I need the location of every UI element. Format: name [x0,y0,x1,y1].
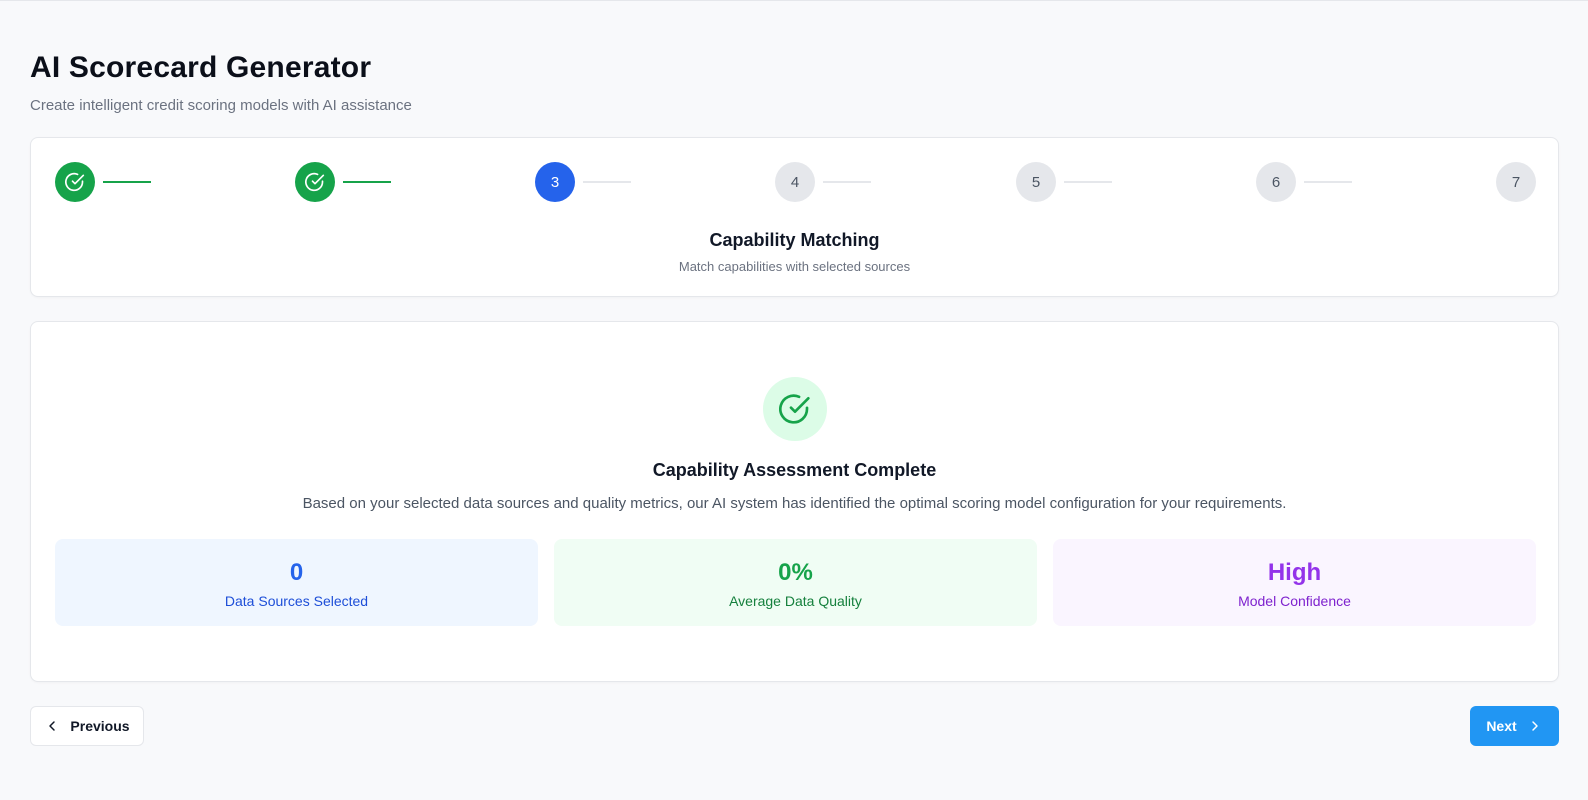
step-3[interactable]: 3 [535,162,575,202]
metric-data-sources: 0 Data Sources Selected [55,539,538,626]
step-7-circle[interactable]: 7 [1496,162,1536,202]
metric-value: High [1267,559,1322,586]
assessment-icon-badge [763,377,827,441]
metric-label: Data Sources Selected [224,593,369,609]
page-header: AI Scorecard Generator Create intelligen… [30,51,412,114]
assessment-title: Capability Assessment Complete [652,460,937,480]
step-connector-2 [343,181,391,183]
metric-data-quality: 0% Average Data Quality [554,539,1037,626]
step-connector-3 [583,181,631,183]
step-4-circle[interactable]: 4 [775,162,815,202]
step-connector-1 [103,181,151,183]
step-2-circle[interactable] [295,162,335,202]
current-step-title: Capability Matching [709,230,880,250]
page-subtitle: Create intelligent credit scoring models… [30,97,412,114]
stepper: 3 4 5 6 7 [55,162,1536,202]
step-2[interactable] [295,162,335,202]
step-6[interactable]: 6 [1256,162,1296,202]
step-connector-6 [1304,181,1352,183]
metric-label: Average Data Quality [729,593,862,609]
metric-model-confidence: High Model Confidence [1053,539,1536,626]
current-step-info: Capability Matching Match capabilities w… [31,230,1558,274]
assessment-card: Capability Assessment Complete Based on … [30,321,1559,682]
assessment-description: Based on your selected data sources and … [302,495,1287,512]
step-1[interactable] [55,162,95,202]
step-1-circle[interactable] [55,162,95,202]
step-connector-5 [1064,181,1112,183]
page-title: AI Scorecard Generator [30,51,372,84]
step-5[interactable]: 5 [1016,162,1056,202]
step-5-circle[interactable]: 5 [1016,162,1056,202]
metric-value: 0% [778,559,813,586]
chevron-left-icon [44,718,60,734]
next-button[interactable]: Next [1470,706,1559,746]
previous-button-label: Previous [70,718,130,734]
step-connector-4 [823,181,871,183]
current-step-description: Match capabilities with selected sources [678,259,911,274]
chevron-right-icon [1527,718,1543,734]
metric-label: Model Confidence [1238,593,1351,609]
previous-button[interactable]: Previous [30,706,144,746]
step-3-circle[interactable]: 3 [535,162,575,202]
stepper-card: 3 4 5 6 7 Capability Matching Match capa… [30,137,1559,297]
step-7[interactable]: 7 [1496,162,1536,202]
step-6-circle[interactable]: 6 [1256,162,1296,202]
metric-value: 0 [289,559,304,586]
step-4[interactable]: 4 [775,162,815,202]
metrics-row: 0 Data Sources Selected 0% Average Data … [55,539,1536,626]
check-circle-icon [65,172,85,192]
next-button-label: Next [1486,718,1517,734]
check-circle-icon [305,172,325,192]
check-circle-icon [779,394,810,424]
